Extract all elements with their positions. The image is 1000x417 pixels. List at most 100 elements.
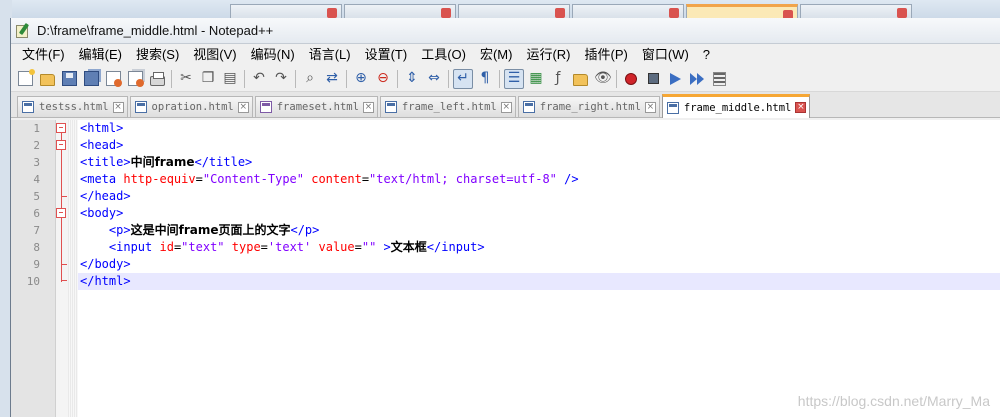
close-all-button[interactable] [125,69,145,89]
undo-button[interactable]: ↶ [249,69,269,89]
tab-label: frame_left.html [401,101,497,113]
menu-bar: 文件(F) 编辑(E) 搜索(S) 视图(V) 编码(N) 语言(L) 设置(T) 工具(O)… [11,44,1000,66]
cut-button[interactable]: ✂ [176,69,196,89]
save-button[interactable] [59,69,79,89]
toolbar-separator [171,69,172,88]
copy-button[interactable]: ❐ [198,69,218,89]
code-token: 'text' [267,240,312,254]
menu-item[interactable]: 文件(F) [15,45,72,65]
tab-close-icon[interactable]: × [112,101,124,113]
menu-item[interactable]: 视图(V) [186,45,243,65]
stop-recording-button[interactable] [643,69,663,89]
tab-close-icon[interactable]: × [500,101,512,113]
menu-item[interactable]: ? [696,45,717,65]
code-line[interactable]: <p>这是中间frame页面上的文字</p> [78,222,1000,239]
fold-head-collapse-icon[interactable] [56,140,66,150]
function-list-button[interactable]: ƒ [548,69,568,89]
cut-icon: ✂ [180,70,192,86]
zoom-in-button[interactable]: ⊕ [351,69,371,89]
save-macro-button[interactable] [709,69,729,89]
background-tab-close-icon [555,8,565,18]
code-token: </title> [194,155,253,169]
document-tab[interactable]: frame_left.html × [379,96,516,117]
document-tab[interactable]: frame_right.html × [517,96,660,117]
code-line[interactable]: </head> [78,188,1000,205]
code-line[interactable]: <title>中间frame</title> [78,154,1000,171]
code-line[interactable]: <body> [78,205,1000,222]
zoom-in-icon: ⊕ [355,70,367,86]
background-tab-close-icon [327,8,337,18]
code-line[interactable]: <html> [78,120,1000,137]
line-number: 9 [33,258,40,271]
notepadpp-app-icon [15,22,31,39]
tab-label: frame_right.html [539,101,641,113]
menu-item[interactable]: 工具(O) [414,45,473,65]
code-line[interactable]: </html> [78,273,1000,290]
menu-item[interactable]: 语言(L) [302,45,358,65]
tab-close-icon[interactable]: × [644,101,656,113]
show-all-characters-icon: ¶ [480,70,490,86]
tab-close-icon[interactable]: × [237,101,249,113]
word-wrap-button[interactable]: ↵ [453,68,473,89]
indent-guide-button[interactable]: ☰ [504,68,524,89]
menu-item[interactable]: 窗口(W) [635,45,696,65]
zoom-out-icon: ⊖ [377,70,389,86]
print-button[interactable] [147,69,167,89]
open-file-icon [39,73,55,86]
code-token: "" [361,240,377,254]
document-map-button[interactable]: ▦ [526,69,546,89]
run-macro-multiple-button[interactable] [687,69,707,89]
sync-vertical-button[interactable]: ⇕ [402,69,422,89]
record-macro-button[interactable] [621,69,641,89]
menu-item[interactable]: 运行(R) [519,45,577,65]
tab-close-icon[interactable]: × [795,102,807,113]
zoom-out-button[interactable]: ⊖ [373,69,393,89]
tab-close-icon[interactable]: × [362,101,374,113]
monitoring-button[interactable]: 👁 [592,69,612,89]
line-number: 8 [33,241,40,254]
code-view[interactable]: <html> <head> <title>中间frame</title> <meta … [78,120,1000,417]
open-file-button[interactable] [37,69,57,89]
editor-area[interactable]: 1 2 3 4 5 6 7 8 9 10 <html> <head> <title>中间frame</… [11,120,1000,417]
fold-margin[interactable] [56,120,68,417]
sync-horizontal-button[interactable]: ⇔ [424,69,444,89]
show-all-characters-button[interactable]: ¶ [475,69,495,89]
redo-button[interactable]: ↷ [271,69,291,89]
code-line[interactable]: <head> [78,137,1000,154]
save-icon [61,71,77,86]
menu-item[interactable]: 编辑(E) [72,45,129,65]
close-button[interactable] [103,69,123,89]
fold-body-collapse-icon[interactable] [56,208,66,218]
code-token: 这是中间frame页面上的文字 [130,223,291,237]
menu-item[interactable]: 插件(P) [578,45,635,65]
code-line[interactable]: <meta http-equiv="Content-Type" content=… [78,171,1000,188]
code-token: = [354,240,362,254]
fold-head-end-mark [61,196,67,197]
document-tab[interactable]: opration.html × [129,96,253,117]
title-bar[interactable]: D:\frame\frame_middle.html - Notepad++ [11,18,1000,44]
play-macro-button[interactable] [665,69,685,89]
document-tab[interactable]: frame_middle.html × [661,94,811,118]
new-file-button[interactable] [15,69,35,89]
document-tab[interactable]: testss.html × [17,96,128,117]
paste-button[interactable]: ▤ [220,69,240,89]
menu-item[interactable]: 宏(M) [473,45,520,65]
fold-html-collapse-icon[interactable] [56,123,66,133]
code-token: 中间frame [130,155,195,169]
menu-item[interactable]: 设置(T) [358,45,415,65]
background-tab-close-icon [669,8,679,18]
menu-item[interactable]: 编码(N) [244,45,302,65]
find-button[interactable]: ⌕ [300,69,320,89]
code-line[interactable]: <input id="text" type='text' value="" >文… [78,239,1000,256]
folder-workspace-button[interactable] [570,69,590,89]
toolbar-separator [448,69,449,88]
menu-item[interactable]: 搜索(S) [129,45,186,65]
replace-button[interactable]: ⇄ [322,69,342,89]
line-number: 7 [33,224,40,237]
code-line[interactable]: </body> [78,256,1000,273]
save-all-button[interactable] [81,69,101,89]
document-tab[interactable]: frameset.html × [254,96,378,117]
